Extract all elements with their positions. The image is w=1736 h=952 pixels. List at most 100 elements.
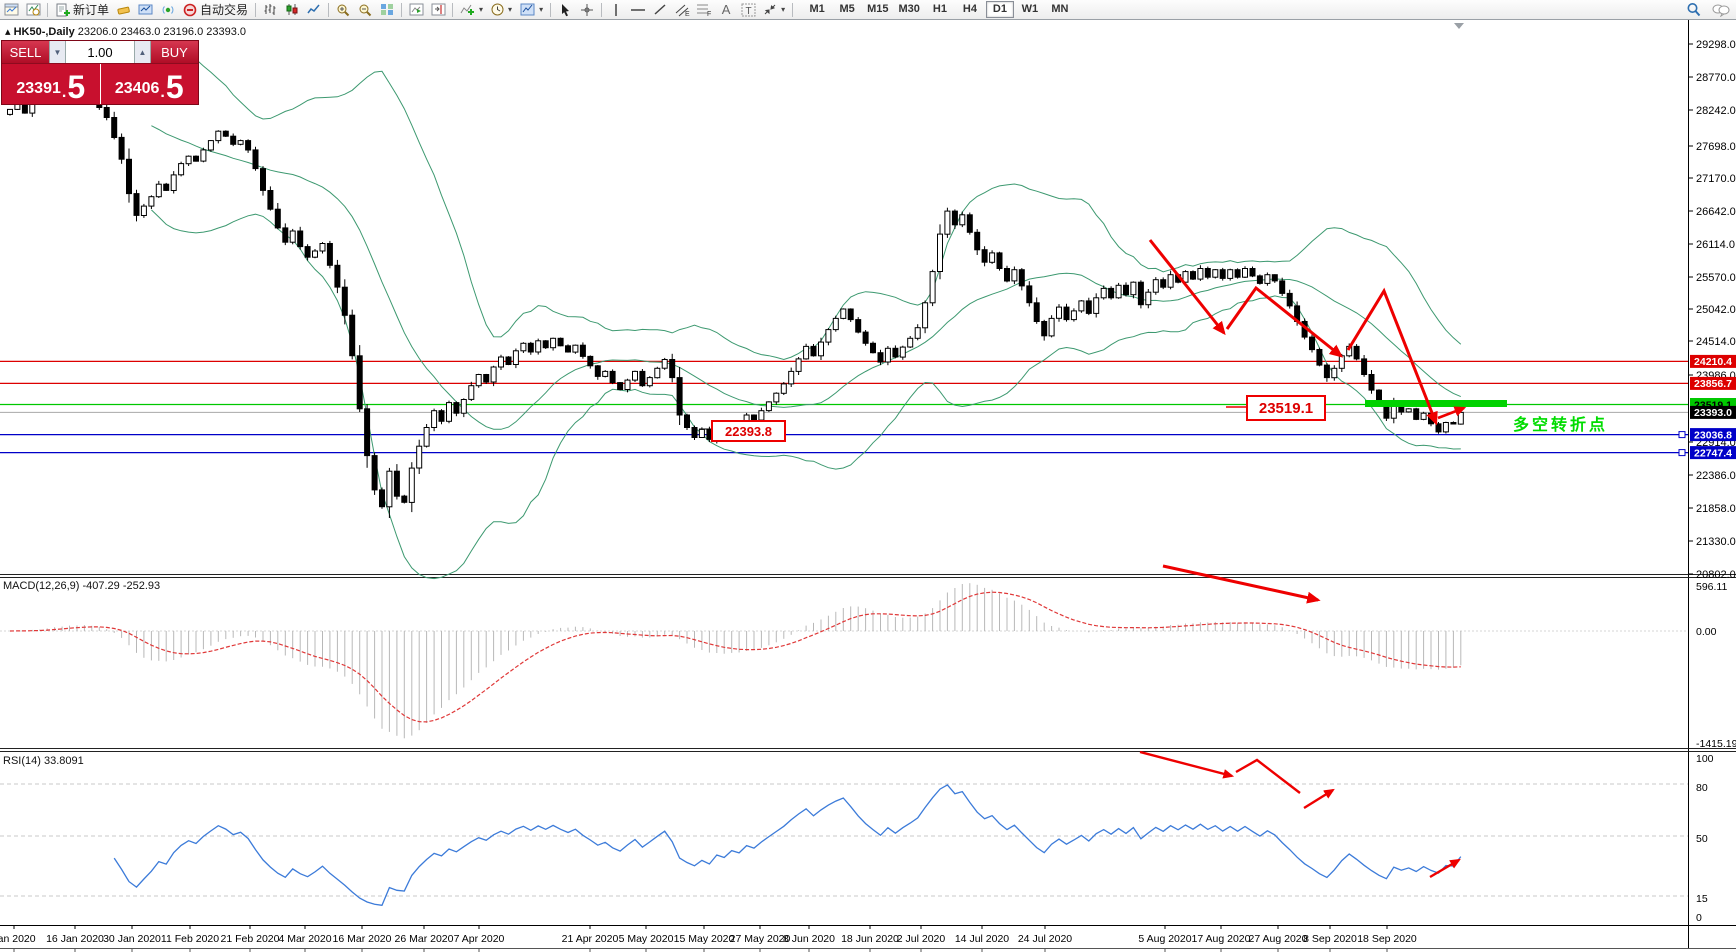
svg-text:16 Mar 2020: 16 Mar 2020	[333, 933, 392, 945]
timeframe-h1[interactable]: H1	[926, 1, 954, 18]
svg-text:0: 0	[1696, 912, 1702, 924]
template-button[interactable]: ▾	[516, 1, 547, 18]
svg-text:21 Apr 2020: 21 Apr 2020	[562, 933, 619, 945]
support-price-label[interactable]: 23519.1	[1246, 395, 1326, 421]
svg-text:26642.0: 26642.0	[1696, 206, 1736, 218]
sell-price-pips: 5	[67, 69, 86, 105]
rsi-label: RSI(14) 33.8091	[3, 755, 84, 767]
svg-text:8 Sep 2020: 8 Sep 2020	[1303, 933, 1357, 945]
timeframe-mn[interactable]: MN	[1046, 1, 1074, 18]
new-order-label: 新订单	[73, 3, 110, 17]
toolbar-separator	[401, 2, 403, 17]
buy-price-pips: 5	[165, 69, 184, 105]
label-icon[interactable]: T	[737, 1, 759, 18]
sell-button[interactable]: SELL	[2, 41, 49, 63]
timeframe-m1[interactable]: M1	[803, 1, 831, 18]
timeframe-m5[interactable]: M5	[833, 1, 861, 18]
chart-window-icon[interactable]	[0, 1, 22, 18]
chat-icon[interactable]	[1710, 1, 1732, 18]
buy-price[interactable]: 23406. 5	[101, 64, 199, 104]
zoom-out-icon[interactable]	[354, 1, 376, 18]
timeframe-h4[interactable]: H4	[956, 1, 984, 18]
cursor-icon[interactable]	[554, 1, 576, 18]
price-tag: 23036.8	[1690, 428, 1736, 441]
timeframe-w1[interactable]: W1	[1016, 1, 1044, 18]
green-highlight-bar[interactable]	[1365, 400, 1507, 407]
timeframe-group: M1 M5 M15 M30 H1 H4 D1 W1 MN	[802, 1, 1075, 18]
bar-chart-icon[interactable]	[259, 1, 281, 18]
autotrading-button[interactable]: 自动交易	[179, 1, 252, 18]
price-tag: 22747.4	[1690, 446, 1736, 459]
buy-button[interactable]: BUY	[151, 41, 198, 63]
sell-price[interactable]: 23391. 5	[2, 64, 101, 104]
svg-text:22747.4: 22747.4	[1694, 447, 1732, 459]
text-icon[interactable]: A	[715, 1, 737, 18]
new-order-icon	[56, 3, 70, 16]
ohlc-readout: 23206.0 23463.0 23196.0 23393.0	[77, 26, 247, 38]
indicators-button[interactable]: ▾	[456, 1, 487, 18]
tile-windows-icon[interactable]	[376, 1, 398, 18]
trendline-icon[interactable]	[649, 1, 671, 18]
svg-text:7 Apr 2020: 7 Apr 2020	[454, 933, 505, 945]
svg-text:24 Jul 2020: 24 Jul 2020	[1018, 933, 1072, 945]
candlestick-icon[interactable]	[281, 1, 303, 18]
chart-window[interactable]: 29298.0 28770.0 28242.0 27698.0 27170.0 26642…	[0, 19, 1736, 952]
search-icon[interactable]	[1682, 1, 1704, 18]
svg-text:596.11: 596.11	[1696, 581, 1727, 593]
toolbar-separator	[550, 2, 552, 17]
svg-text:F: F	[707, 11, 711, 17]
signals-icon[interactable]	[157, 1, 179, 18]
toolbar-separator	[452, 2, 454, 17]
deposit-icon[interactable]	[113, 1, 135, 18]
fibonacci-icon[interactable]: F	[693, 1, 715, 18]
new-order-button[interactable]: 新订单	[51, 1, 113, 18]
svg-text:100: 100	[1696, 753, 1714, 765]
svg-text:27170.0: 27170.0	[1696, 173, 1736, 185]
svg-text:29298.0: 29298.0	[1696, 39, 1736, 51]
low-price-label[interactable]: 22393.8	[711, 420, 786, 442]
auto-scroll-icon[interactable]	[405, 1, 427, 18]
template-icon	[520, 3, 535, 16]
svg-text:25570.0: 25570.0	[1696, 272, 1736, 284]
toolbar-separator	[47, 2, 48, 17]
chart-title: ▴ HK50-,Daily 23206.0 23463.0 23196.0 23…	[5, 25, 246, 38]
zoom-in-icon[interactable]	[332, 1, 354, 18]
svg-text:25042.0: 25042.0	[1696, 304, 1736, 316]
svg-text:20802.0: 20802.0	[1696, 569, 1736, 581]
channel-icon[interactable]: E	[671, 1, 693, 18]
svg-text:26114.0: 26114.0	[1696, 239, 1735, 251]
svg-text:8 Jun 2020: 8 Jun 2020	[783, 933, 835, 945]
arrows-icon	[764, 4, 776, 15]
toolbar-separator	[328, 2, 330, 17]
chart-shift-marker[interactable]	[1454, 23, 1464, 29]
arrows-button[interactable]: ▾	[759, 1, 789, 18]
timeframe-m15[interactable]: M15	[863, 1, 892, 18]
mt4-window: 新订单 自动交易 ▾ ▾ ▾ E F A T ▾ M1 M5 M15 M30 H…	[0, 0, 1736, 952]
svg-text:17 Aug 2020: 17 Aug 2020	[1192, 933, 1251, 945]
vertical-line-icon[interactable]	[605, 1, 627, 18]
svg-text:16 Jan 2020: 16 Jan 2020	[46, 933, 104, 945]
timeframe-m30[interactable]: M30	[895, 1, 924, 18]
toolbar-separator	[792, 2, 794, 17]
price-tag: 23393.0	[1690, 405, 1736, 419]
volume-up-button[interactable]: ▲	[134, 41, 151, 63]
line-chart-icon[interactable]	[303, 1, 325, 18]
svg-text:5 Aug 2020: 5 Aug 2020	[1138, 933, 1191, 945]
svg-text:11 Feb 2020: 11 Feb 2020	[161, 933, 219, 945]
toolbar-separator	[601, 2, 603, 17]
chart-profile-icon[interactable]	[22, 1, 44, 18]
volume-input[interactable]	[66, 41, 134, 63]
timeframe-d1[interactable]: D1	[985, 1, 1014, 18]
collapse-icon[interactable]: ▴	[5, 26, 11, 38]
periods-button[interactable]: ▾	[487, 1, 516, 18]
svg-text:24514.0: 24514.0	[1696, 336, 1736, 348]
horizontal-line-icon[interactable]	[627, 1, 649, 18]
sell-price-main: 23391	[16, 80, 61, 97]
market-window-icon[interactable]	[135, 1, 157, 18]
svg-text:2 Jul 2020: 2 Jul 2020	[897, 933, 946, 945]
chart-canvas[interactable]: 29298.0 28770.0 28242.0 27698.0 27170.0 26642…	[0, 19, 1736, 952]
turning-point-text[interactable]: 多空转折点	[1513, 411, 1608, 435]
volume-down-button[interactable]: ▼	[49, 41, 66, 63]
chart-shift-icon[interactable]	[427, 1, 449, 18]
crosshair-icon[interactable]	[576, 1, 598, 18]
